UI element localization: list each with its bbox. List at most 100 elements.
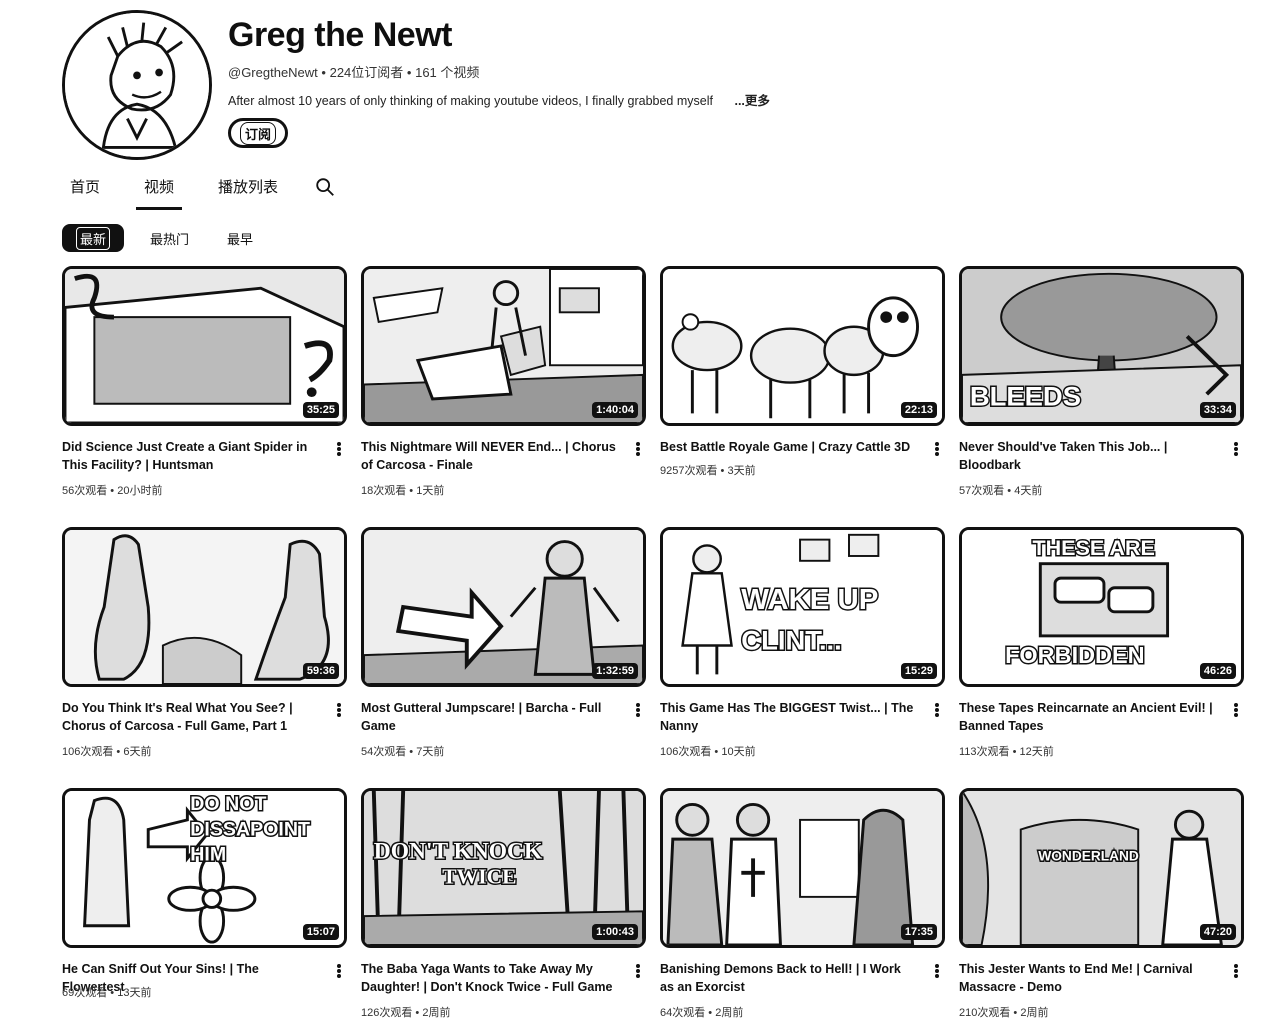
video-duration: 59:36 [302,663,339,679]
thumbnail-text-layer: THESE ARE FORBIDDEN [1004,535,1157,670]
video-card[interactable]: 17:35 Banishing Demons Back to Hell! | I… [660,788,945,1030]
more-vert-icon[interactable] [333,440,345,458]
thumbnail-text-layer: WAKE UP CLINT... [740,583,880,657]
more-vert-icon[interactable] [632,440,644,458]
video-title[interactable]: The Baba Yaga Wants to Take Away My Daug… [361,960,619,996]
view-count: 106次观看 [62,746,114,758]
channel-avatar[interactable] [62,10,212,160]
upload-age: 12天前 [1019,746,1054,758]
video-thumbnail[interactable]: 22:13 [660,266,945,426]
video-card[interactable]: 1:32:59 Most Gutteral Jumpscare! | Barch… [361,527,646,788]
upload-age: 20小时前 [117,485,163,497]
subscriber-count: 224位订阅者 [329,65,404,80]
tab-home[interactable]: 首页 [62,170,108,209]
more-vert-icon[interactable] [931,701,943,719]
video-card[interactable]: BLEEDS 33:34 Never Should've Taken This … [959,266,1244,527]
more-vert-icon[interactable] [931,962,943,980]
video-thumbnail[interactable]: WAKE UP CLINT... 15:29 [660,527,945,687]
video-card[interactable]: 22:13 Best Battle Royale Game | Crazy Ca… [660,266,945,527]
more-vert-icon[interactable] [632,962,644,980]
video-meta: 106次观看 • 6天前 [62,743,151,759]
video-meta: 57次观看 • 4天前 [959,482,1042,498]
video-title[interactable]: Never Should've Taken This Job... | Bloo… [959,438,1217,474]
meta-separator: • [711,746,722,758]
view-count: 106次观看 [660,746,712,758]
view-count: 57次观看 [959,485,1005,497]
upload-age: 13天前 [117,987,152,999]
meta-separator: • [113,746,124,758]
view-count: 64次观看 [660,1007,706,1019]
video-card[interactable]: 35:25 Did Science Just Create a Giant Sp… [62,266,347,527]
video-duration: 15:29 [900,663,937,679]
chip-latest[interactable]: 最新 [62,224,125,252]
chip-label: 最新 [76,226,111,250]
more-vert-icon[interactable] [1230,701,1242,719]
video-thumbnail[interactable]: 35:25 [62,266,347,426]
video-title[interactable]: Most Gutteral Jumpscare! | Barcha - Full… [361,699,619,735]
channel-meta: @GregtheNewt • 224位订阅者 • 161 个视频 [228,62,479,81]
thumbnail-art [364,530,643,684]
thumbnail-caption: DON'T KNOCK [374,839,543,865]
video-title[interactable]: Best Battle Royale Game | Crazy Cattle 3… [660,438,918,456]
video-thumbnail[interactable]: DO NOT DISSAPOINT HIM 15:07 [62,788,347,948]
video-title[interactable]: Did Science Just Create a Giant Spider i… [62,438,320,474]
video-card[interactable]: 1:40:04 This Nightmare Will NEVER End...… [361,266,646,527]
thumbnail-caption: WAKE UP [741,584,878,616]
video-title[interactable]: This Jester Wants to End Me! | Carnival … [959,960,1217,996]
channel-description[interactable]: After almost 10 years of only thinking o… [228,90,770,109]
video-thumbnail[interactable]: WONDERLAND 47:20 [959,788,1244,948]
thumbnail-caption: FORBIDDEN [1005,642,1145,668]
video-card[interactable]: DON'T KNOCK TWICE 1:00:43 The Baba Yaga … [361,788,646,1030]
thumbnail-caption: DO NOT [190,793,266,815]
video-card[interactable]: WONDERLAND 47:20 This Jester Wants to En… [959,788,1244,1030]
video-card[interactable]: THESE ARE FORBIDDEN 46:26 These Tapes Re… [959,527,1244,788]
more-vert-icon[interactable] [632,701,644,719]
tab-videos[interactable]: 视频 [136,170,183,210]
chip-popular[interactable]: 最热门 [138,224,201,252]
video-thumbnail[interactable]: THESE ARE FORBIDDEN 46:26 [959,527,1244,687]
more-vert-icon[interactable] [333,701,345,719]
subscribe-button[interactable]: 订阅 [228,118,289,148]
video-duration: 17:35 [900,924,937,940]
view-count: 69次观看 [62,987,108,999]
video-duration: 22:13 [900,402,937,418]
meta-separator: • [1010,1007,1021,1019]
video-title[interactable]: This Game Has The BIGGEST Twist... | The… [660,699,918,735]
meta-separator: • [406,746,417,758]
more-vert-icon[interactable] [931,440,943,458]
upload-age: 3天前 [727,465,756,477]
video-card[interactable]: WAKE UP CLINT... 15:29 This Game Has The… [660,527,945,788]
more-vert-icon[interactable] [1230,962,1242,980]
thumbnail-caption: THESE ARE [1032,536,1154,560]
search-icon[interactable] [314,176,336,198]
video-meta: 54次观看 • 7天前 [361,743,444,759]
video-title[interactable]: Do You Think It's Real What You See? | C… [62,699,320,735]
video-thumbnail[interactable]: 17:35 [660,788,945,948]
more-link[interactable]: ...更多 [734,94,769,108]
view-count: 9257次观看 [660,465,718,477]
video-thumbnail[interactable]: 59:36 [62,527,347,687]
thumbnail-art [65,269,344,423]
more-vert-icon[interactable] [333,962,345,980]
video-title[interactable]: Banishing Demons Back to Hell! | I Work … [660,960,918,996]
video-thumbnail[interactable]: BLEEDS 33:34 [959,266,1244,426]
video-thumbnail[interactable]: 1:32:59 [361,527,646,687]
sort-chips: 最新 最热门 最早 [62,224,265,252]
video-duration: 46:26 [1199,663,1236,679]
more-vert-icon[interactable] [1230,440,1242,458]
video-thumbnail[interactable]: DON'T KNOCK TWICE 1:00:43 [361,788,646,948]
video-title[interactable]: These Tapes Reincarnate an Ancient Evil!… [959,699,1217,735]
video-duration: 1:40:04 [592,402,638,418]
video-card[interactable]: DO NOT DISSAPOINT HIM 15:07 He Can Sniff… [62,788,347,1030]
description-text: After almost 10 years of only thinking o… [228,94,713,108]
video-title[interactable]: This Nightmare Will NEVER End... | Choru… [361,438,619,474]
video-duration: 47:20 [1199,924,1236,940]
video-card[interactable]: 59:36 Do You Think It's Real What You Se… [62,527,347,788]
thumbnail-text-layer: DO NOT DISSAPOINT HIM [189,792,312,867]
video-thumbnail[interactable]: 1:40:04 [361,266,646,426]
meta-separator: • [1004,485,1015,497]
tab-playlists[interactable]: 播放列表 [210,170,286,209]
chip-oldest[interactable]: 最早 [215,224,265,252]
channel-handle: @GregtheNewt [228,65,318,80]
video-meta: 126次观看 • 2周前 [361,1004,450,1020]
